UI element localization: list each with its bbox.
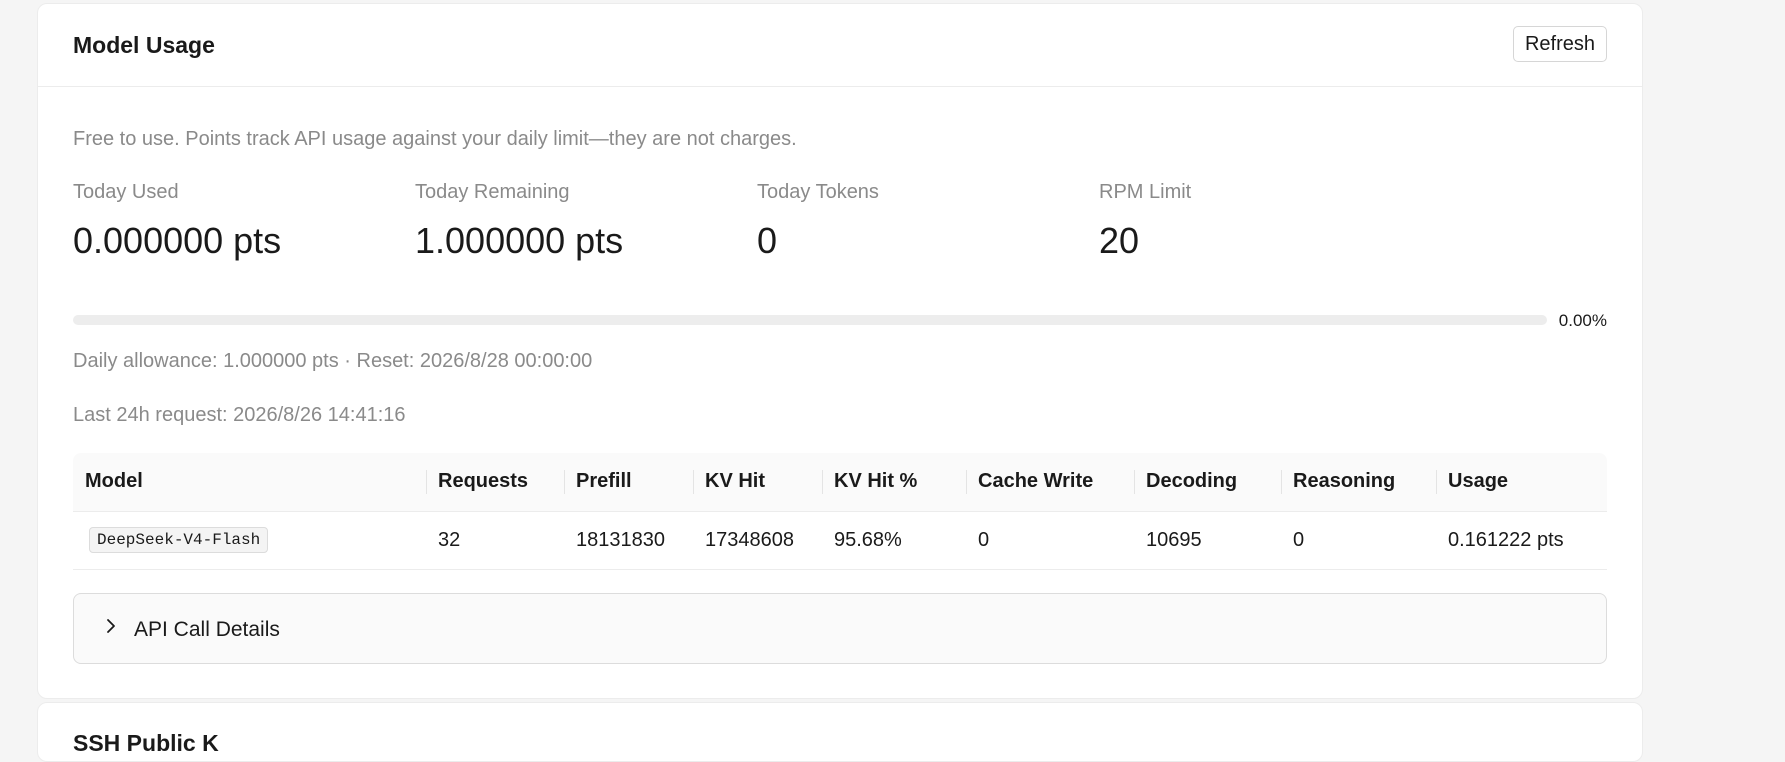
stat-rpm-limit: RPM Limit 20: [1099, 181, 1191, 262]
card-header: Model Usage Refresh: [38, 4, 1642, 87]
stat-label: RPM Limit: [1099, 181, 1192, 203]
cell-usage: 0.161222 pts: [1436, 511, 1607, 570]
usage-notice: Free to use. Points track API usage agai…: [73, 128, 797, 150]
chevron-right-icon: [107, 619, 115, 633]
daily-allowance-line: Daily allowance: 1.000000 pts · Reset: 2…: [73, 350, 593, 372]
table-header-row: Model Requests Prefill KV Hit KV Hit % C…: [73, 453, 1607, 512]
stat-value: 1.000000 pts: [415, 220, 624, 261]
cell-reasoning: 0: [1281, 511, 1436, 570]
api-call-details-toggle[interactable]: API Call Details: [73, 593, 1607, 664]
column-header-cache-write: Cache Write: [966, 453, 1134, 512]
column-header-requests: Requests: [426, 453, 564, 512]
cell-requests: 32: [426, 511, 564, 570]
ssh-public-key-card: SSH Public K: [37, 702, 1643, 762]
model-usage-table: Model Requests Prefill KV Hit KV Hit % C…: [73, 453, 1607, 570]
cell-cache-write: 0: [966, 511, 1134, 570]
stat-value: 0: [757, 220, 778, 261]
table-row: DeepSeek-V4-Flash 32 18131830 17348608 9…: [73, 511, 1607, 570]
cell-model: DeepSeek-V4-Flash: [73, 511, 426, 570]
stat-label: Today Tokens: [757, 181, 879, 203]
stat-label: Today Used: [73, 181, 179, 203]
usage-progress-bar: [73, 315, 1547, 325]
column-header-kv-hit: KV Hit: [693, 453, 822, 512]
stat-today-remaining: Today Remaining 1.000000 pts: [415, 181, 623, 262]
stat-value: 20: [1099, 220, 1140, 261]
usage-progress-percent: 0.00%: [1558, 311, 1607, 330]
stat-today-used: Today Used 0.000000 pts: [73, 181, 281, 262]
api-call-details-label: API Call Details: [134, 618, 280, 641]
stat-today-tokens: Today Tokens 0: [757, 181, 879, 262]
stat-label: Today Remaining: [415, 181, 570, 203]
stat-value: 0.000000 pts: [73, 220, 282, 261]
cell-kv-hit-percent: 95.68%: [822, 511, 966, 570]
column-header-prefill: Prefill: [564, 453, 693, 512]
column-header-model: Model: [73, 453, 426, 512]
cell-prefill: 18131830: [564, 511, 693, 570]
model-tag: DeepSeek-V4-Flash: [89, 527, 269, 553]
column-header-usage: Usage: [1436, 453, 1607, 512]
cell-kv-hit: 17348608: [693, 511, 822, 570]
refresh-button[interactable]: Refresh: [1512, 26, 1607, 62]
card-title: Model Usage: [73, 32, 215, 58]
cell-decoding: 10695: [1134, 511, 1281, 570]
card-title: SSH Public K: [73, 730, 219, 756]
model-usage-card: Model Usage Refresh Free to use. Points …: [37, 3, 1643, 699]
last-request-line: Last 24h request: 2026/8/26 14:41:16: [73, 404, 406, 426]
column-header-decoding: Decoding: [1134, 453, 1281, 512]
column-header-reasoning: Reasoning: [1281, 453, 1436, 512]
column-header-kv-hit-percent: KV Hit %: [822, 453, 966, 512]
